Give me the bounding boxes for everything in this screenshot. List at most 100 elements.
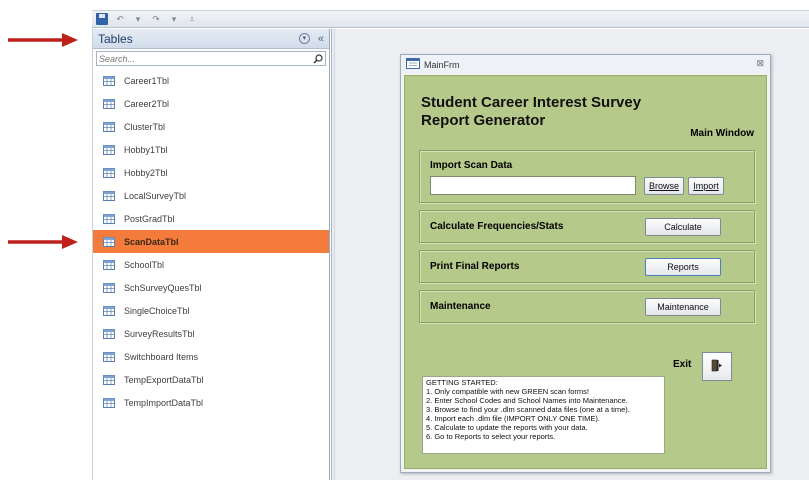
nav-item-localsurveytbl[interactable]: LocalSurveyTbl xyxy=(93,184,329,207)
reports-label: Print Final Reports xyxy=(430,261,520,272)
nav-item-hobby2tbl[interactable]: Hobby2Tbl xyxy=(93,161,329,184)
maintenance-button[interactable]: Maintenance xyxy=(645,298,721,316)
getting-started-notes: GETTING STARTED: 1. Only compatible with … xyxy=(422,376,665,454)
table-icon xyxy=(103,305,115,316)
nav-item-scandatatbl[interactable]: ScanDataTbl xyxy=(93,230,329,253)
main-form-window: MainFrm ⊠ Student Career Interest Survey… xyxy=(400,54,771,473)
table-list: Career1Tbl Career2Tbl ClusterTbl Hobby1Tbl H… xyxy=(93,69,329,414)
nav-item-label: LocalSurveyTbl xyxy=(124,190,187,201)
reports-group: Print Final Reports Reports xyxy=(419,250,755,283)
import-button-label: Import xyxy=(693,181,719,191)
nav-item-label: Hobby1Tbl xyxy=(124,144,168,155)
nav-item-hobby1tbl[interactable]: Hobby1Tbl xyxy=(93,138,329,161)
table-icon xyxy=(103,236,115,247)
table-icon xyxy=(103,351,115,362)
reports-button[interactable]: Reports xyxy=(645,258,721,276)
nav-item-label: ScanDataTbl xyxy=(124,236,179,247)
nav-search-box xyxy=(96,51,326,66)
nav-item-label: Career1Tbl xyxy=(124,75,170,86)
nav-item-career2tbl[interactable]: Career2Tbl xyxy=(93,92,329,115)
table-icon xyxy=(103,121,115,132)
browse-button[interactable]: Browse xyxy=(644,177,684,195)
notes-line: 5. Calculate to update the reports with … xyxy=(426,423,588,432)
nav-item-postgradtbl[interactable]: PostGradTbl xyxy=(93,207,329,230)
table-icon xyxy=(103,259,115,270)
import-label: Import Scan Data xyxy=(430,160,513,171)
nav-pane-header[interactable]: Tables ▾ « xyxy=(93,29,329,49)
browse-button-label: Browse xyxy=(648,181,679,191)
table-icon xyxy=(103,282,115,293)
heading-line-2: Report Generator xyxy=(421,112,546,129)
nav-item-label: TempExportDataTbl xyxy=(124,374,204,385)
calculate-button[interactable]: Calculate xyxy=(645,218,721,236)
nav-item-label: Hobby2Tbl xyxy=(124,167,168,178)
exit-button[interactable] xyxy=(702,352,732,381)
import-file-field[interactable] xyxy=(430,176,636,195)
form-body: Student Career Interest Survey Report Ge… xyxy=(404,75,767,469)
import-button[interactable]: Import xyxy=(688,177,724,195)
redo-icon[interactable]: ↷ xyxy=(150,13,162,25)
nav-item-schsurveyquestbl[interactable]: SchSurveyQuesTbl xyxy=(93,276,329,299)
notes-line: 1. Only compatible with new GREEN scan f… xyxy=(426,387,589,396)
table-icon xyxy=(103,167,115,178)
form-title-bar[interactable]: MainFrm ⊠ xyxy=(401,55,770,74)
nav-menu-dropdown-icon[interactable]: ▾ xyxy=(298,33,310,44)
annotation-arrow-tables xyxy=(8,33,78,47)
table-icon xyxy=(103,190,115,201)
notes-line: GETTING STARTED: xyxy=(426,378,498,387)
nav-item-label: Switchboard Items xyxy=(124,351,199,362)
table-icon xyxy=(103,213,115,224)
table-icon xyxy=(103,98,115,109)
nav-pane-title: Tables xyxy=(98,31,133,46)
table-icon xyxy=(103,374,115,385)
notes-line: 3. Browse to find your .dlm scanned data… xyxy=(426,405,630,414)
import-group: Import Scan Data Browse Import xyxy=(419,150,755,203)
nav-item-career1tbl[interactable]: Career1Tbl xyxy=(93,69,329,92)
table-icon xyxy=(103,144,115,155)
calculate-label: Calculate Frequencies/Stats xyxy=(430,221,564,232)
main-window-label: Main Window xyxy=(690,128,754,139)
exit-label: Exit xyxy=(673,359,692,370)
nav-item-label: ClusterTbl xyxy=(124,121,166,132)
shutter-bar-collapse-icon[interactable]: « xyxy=(318,33,324,45)
notes-line: 4. Import each .dlm file (IMPORT ONLY ON… xyxy=(426,414,600,423)
table-icon xyxy=(103,75,115,86)
nav-item-label: SingleChoiceTbl xyxy=(124,305,190,316)
close-icon[interactable]: ⊠ xyxy=(756,58,764,69)
annotation-arrow-scandata xyxy=(8,235,78,249)
nav-item-switchboard-items[interactable]: Switchboard Items xyxy=(93,345,329,368)
nav-item-label: SchSurveyQuesTbl xyxy=(124,282,202,293)
nav-item-surveyresultstbl[interactable]: SurveyResultsTbl xyxy=(93,322,329,345)
save-icon[interactable] xyxy=(96,13,108,25)
redo-dropdown-icon[interactable]: ▾ xyxy=(168,13,180,25)
nav-item-tempimportdatatbl[interactable]: TempImportDataTbl xyxy=(93,391,329,414)
nav-item-tempexportdatatbl[interactable]: TempExportDataTbl xyxy=(93,368,329,391)
form-icon xyxy=(406,58,420,71)
nav-item-singlechoicetbl[interactable]: SingleChoiceTbl xyxy=(93,299,329,322)
exit-door-icon xyxy=(711,359,723,375)
maintenance-label: Maintenance xyxy=(430,301,491,312)
undo-dropdown-icon[interactable]: ▾ xyxy=(132,13,144,25)
customize-toolbar-icon[interactable]: ⩡ xyxy=(186,13,198,25)
search-icon[interactable] xyxy=(311,52,325,65)
heading-line-1: Student Career Interest Survey xyxy=(421,94,642,111)
nav-item-label: SurveyResultsTbl xyxy=(124,328,195,339)
nav-search-input[interactable] xyxy=(97,52,297,65)
quick-access-toolbar: ↶ ▾ ↷ ▾ ⩡ xyxy=(92,10,809,28)
navigation-pane: Tables ▾ « Career1Tbl Career2Tbl ClusterTb… xyxy=(92,29,330,480)
table-icon xyxy=(103,328,115,339)
nav-item-label: PostGradTbl xyxy=(124,213,175,224)
nav-item-clustertbl[interactable]: ClusterTbl xyxy=(93,115,329,138)
form-title: MainFrm xyxy=(424,59,460,70)
notes-line: 6. Go to Reports to select your reports. xyxy=(426,432,556,441)
notes-line: 2. Enter School Codes and School Names i… xyxy=(426,396,628,405)
nav-item-label: SchoolTbl xyxy=(124,259,165,270)
nav-item-label: Career2Tbl xyxy=(124,98,170,109)
maintenance-group: Maintenance Maintenance xyxy=(419,290,755,323)
undo-icon[interactable]: ↶ xyxy=(114,13,126,25)
nav-item-schooltbl[interactable]: SchoolTbl xyxy=(93,253,329,276)
calculate-group: Calculate Frequencies/Stats Calculate xyxy=(419,210,755,243)
table-icon xyxy=(103,397,115,408)
nav-item-label: TempImportDataTbl xyxy=(124,397,204,408)
form-heading: Student Career Interest Survey Report Ge… xyxy=(421,94,641,130)
